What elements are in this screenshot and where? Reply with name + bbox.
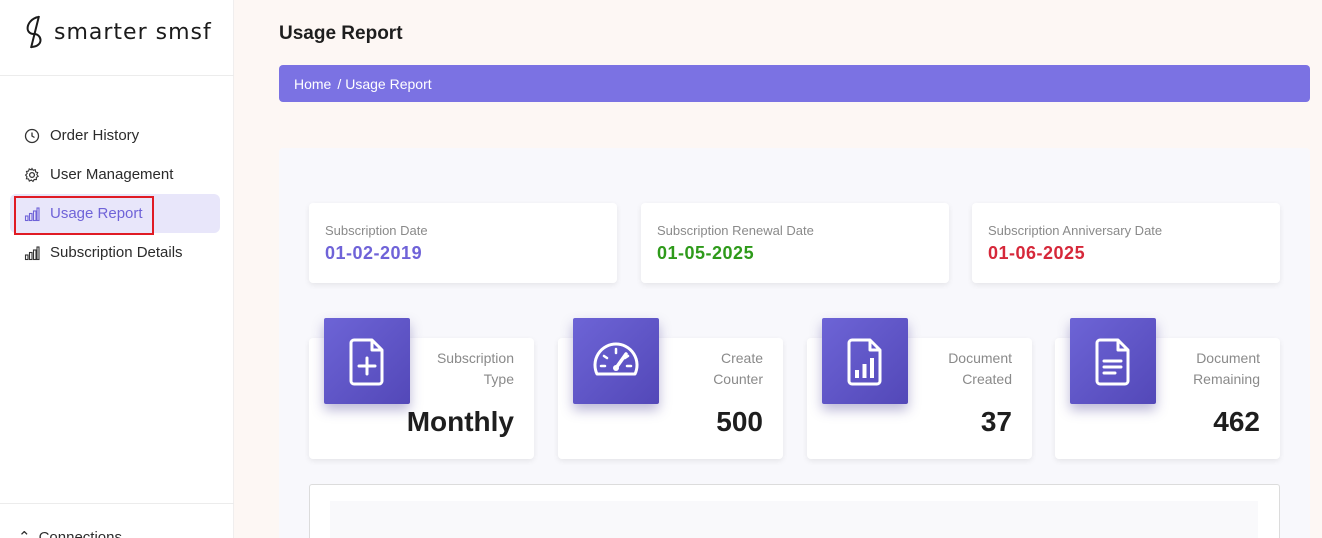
- card-label: Subscription Renewal Date: [657, 223, 814, 238]
- report-table-header: [330, 501, 1258, 538]
- sidebar-item-connections[interactable]: ⌃ Connections: [18, 528, 122, 538]
- bar-chart-icon: [24, 245, 40, 261]
- card-label-line: Document: [948, 350, 1012, 366]
- card-label: Subscription Date: [325, 223, 428, 238]
- subscription-date-card: Subscription Date 01-02-2019: [309, 203, 617, 283]
- connections-icon: ⌃: [18, 529, 31, 538]
- card-value: 500: [716, 406, 763, 437]
- speedometer-icon: [573, 318, 659, 404]
- anniversary-date-card: Subscription Anniversary Date 01-06-2025: [972, 203, 1280, 283]
- app-logo[interactable]: smarter smsf: [22, 14, 212, 50]
- renewal-date-card: Subscription Renewal Date 01-05-2025: [641, 203, 949, 283]
- logo-icon: [26, 15, 42, 49]
- file-chart-icon: [822, 318, 908, 404]
- clock-icon: [24, 128, 40, 144]
- sidebar-item-label: Subscription Details: [50, 244, 183, 261]
- bar-chart-icon: [24, 206, 40, 222]
- sidebar-item-label: User Management: [50, 166, 174, 183]
- breadcrumb-current: Usage Report: [345, 75, 432, 92]
- sidebar-item-usage-report[interactable]: Usage Report: [10, 194, 220, 235]
- card-label-line: Subscription: [436, 350, 514, 366]
- logo-text: smarter smsf: [54, 19, 212, 45]
- card-label-line: Document: [1196, 350, 1260, 366]
- card-label: Subscription Type: [404, 348, 514, 390]
- sidebar-item-subscription-details[interactable]: Subscription Details: [10, 233, 220, 272]
- card-label: Document Remaining: [1150, 348, 1260, 390]
- card-label: Subscription Anniversary Date: [988, 223, 1163, 238]
- card-label-line: Created: [962, 371, 1012, 387]
- breadcrumb: Home / Usage Report: [279, 65, 1310, 102]
- sidebar-divider: [0, 75, 234, 76]
- card-label-line: Remaining: [1193, 371, 1260, 387]
- sidebar-item-order-history[interactable]: Order History: [10, 116, 220, 155]
- page-title: Usage Report: [279, 23, 403, 44]
- file-plus-icon: [324, 318, 410, 404]
- card-value: 01-05-2025: [657, 243, 755, 263]
- sidebar-item-label: Usage Report: [50, 205, 143, 222]
- card-label-line: Counter: [713, 371, 763, 387]
- card-label: Create Counter: [653, 348, 763, 390]
- card-value: 37: [980, 406, 1012, 437]
- sidebar: smarter smsf Order History User Manageme…: [0, 0, 234, 538]
- gear-icon: [24, 166, 40, 183]
- card-label-line: Create: [720, 350, 763, 366]
- card-value: 01-06-2025: [988, 243, 1086, 263]
- sidebar-item-label: Connections: [38, 528, 122, 538]
- sidebar-item-user-management[interactable]: User Management: [10, 155, 220, 194]
- sidebar-nav: Order History User Management Usage Repo…: [10, 116, 220, 272]
- report-table-container: [309, 484, 1280, 538]
- card-label: Document Created: [902, 348, 1012, 390]
- sidebar-item-label: Order History: [50, 127, 140, 144]
- file-text-icon: [1070, 318, 1156, 404]
- card-label-line: Type: [483, 371, 514, 387]
- breadcrumb-separator: /: [337, 75, 342, 92]
- breadcrumb-home-link[interactable]: Home: [294, 76, 331, 92]
- card-value: Monthly: [406, 406, 514, 437]
- card-value: 01-02-2019: [325, 243, 423, 263]
- card-value: 462: [1213, 406, 1260, 437]
- sidebar-divider: [0, 503, 234, 504]
